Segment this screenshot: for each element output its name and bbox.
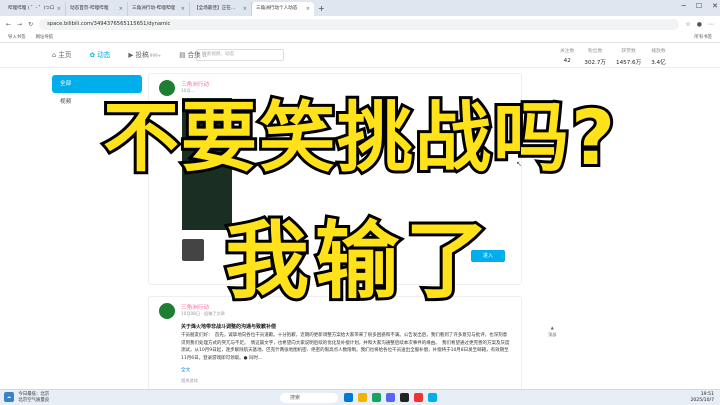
stat-following[interactable]: 关注数 42	[560, 47, 574, 66]
browser-tab-bar: 哔哩哔哩 ( ゜- ゜)つロ × 动态首页-哔哩哔哩 × 三角洲行动-哔哩哔哩 × 【…	[0, 0, 720, 16]
article-body: 干员朋友们好： 首先，诚挚地向各位干员道歉。十分抱歉，近期的更新调整方案给大家带…	[181, 333, 510, 361]
stat-plays: 播放数 3.4亿	[651, 49, 666, 66]
minimize-icon[interactable]: ─	[682, 2, 686, 10]
browser-tab[interactable]: 动态首页-哔哩哔哩 ×	[66, 2, 128, 16]
tab-posts[interactable]: ▶ 投稿999+	[128, 49, 161, 59]
browser-icon[interactable]	[372, 393, 381, 402]
bookmarks-bar: 导入书签 网址导航 所有书签	[0, 32, 720, 43]
dynamic-icon: ✿	[89, 51, 96, 59]
browser-tab-active[interactable]: 三角洲行动个人动态 ×	[252, 2, 314, 16]
close-tab-icon[interactable]: ×	[119, 2, 123, 16]
close-window-icon[interactable]: ✕	[712, 2, 718, 10]
taskbar-apps	[344, 393, 437, 402]
stat-fans[interactable]: 粉丝数 302.7万	[584, 47, 606, 66]
windows-icon[interactable]	[344, 393, 353, 402]
up-arrow-icon: ▲	[550, 325, 554, 330]
nav-bookmark[interactable]: 网址导航	[36, 34, 54, 40]
url-input[interactable]: space.bilibili.com/3494376565115651/dyna…	[39, 18, 680, 30]
bilibili-icon[interactable]	[428, 393, 437, 402]
space-nav: ⌂ 主页 ✿ 动态 ▶ 投稿999+ ▤ 合集11	[52, 49, 207, 59]
forward-icon[interactable]: →	[17, 21, 22, 28]
user-stats: 关注数 42 粉丝数 302.7万 获赞数 1457.6万 播放数 3.4亿	[560, 47, 666, 66]
close-tab-icon[interactable]: ×	[243, 2, 247, 16]
browser-tab[interactable]: 【全场最佳】正在... ×	[190, 2, 252, 16]
taskbar-search[interactable]: 搜索	[280, 393, 338, 403]
back-icon[interactable]: ←	[6, 21, 11, 28]
window-controls: ─ ☐ ✕	[682, 2, 718, 10]
overlay-caption-line1: 不要笑挑战吗?	[100, 90, 618, 185]
related-game-tag[interactable]: 相关游戏	[181, 378, 198, 384]
weather-widget[interactable]: ☁ 今日最低：北京 北京空气质量良	[4, 392, 49, 403]
divider	[0, 67, 720, 68]
read-more-link[interactable]: 全文	[181, 367, 190, 373]
maximize-icon[interactable]: ☐	[696, 2, 702, 10]
menu-icon[interactable]: ⋯	[708, 21, 714, 28]
star-icon[interactable]: ☆	[685, 21, 690, 28]
article-title[interactable]: 关于烽火地带非战斗调整的沟通与致歉补偿	[181, 323, 276, 330]
weather-icon: ☁	[4, 392, 14, 402]
overlay-caption-line2: 我输了	[222, 209, 495, 313]
home-icon: ⌂	[52, 51, 57, 59]
steam-icon[interactable]	[400, 393, 409, 402]
reload-icon[interactable]: ↻	[28, 21, 33, 28]
browser-tab[interactable]: 三角洲行动-哔哩哔哩 ×	[128, 2, 190, 16]
collection-icon: ▤	[179, 51, 186, 59]
profile-icon[interactable]: ●	[697, 21, 702, 28]
address-bar-row: ← → ↻ space.bilibili.com/349437656511565…	[0, 16, 720, 32]
close-tab-icon[interactable]: ×	[306, 2, 310, 16]
stat-likes: 获赞数 1457.6万	[616, 49, 642, 66]
close-tab-icon[interactable]: ×	[181, 2, 185, 16]
windows-taskbar: ☁ 今日最低：北京 北京空气质量良 搜索 19:51 2025/10/7	[0, 389, 720, 405]
import-bookmarks[interactable]: 导入书签	[8, 34, 26, 40]
file-explorer-icon[interactable]	[358, 393, 367, 402]
app-icon[interactable]	[386, 393, 395, 402]
close-tab-icon[interactable]: ×	[57, 2, 61, 16]
space-search-input[interactable]: 搜索视频、动态	[196, 49, 284, 61]
back-to-top-button[interactable]: ▲ 顶部	[548, 324, 556, 338]
all-bookmarks[interactable]: 所有书签	[694, 34, 712, 40]
system-clock[interactable]: 19:51 2025/10/7	[690, 392, 714, 404]
tab-home[interactable]: ⌂ 主页	[52, 49, 71, 59]
new-tab-button[interactable]: +	[314, 2, 329, 16]
app-icon[interactable]	[414, 393, 423, 402]
play-icon: ▶	[128, 51, 134, 59]
tab-dynamic[interactable]: ✿ 动态	[89, 49, 110, 59]
browser-tab[interactable]: 哔哩哔哩 ( ゜- ゜)つロ ×	[4, 2, 66, 16]
